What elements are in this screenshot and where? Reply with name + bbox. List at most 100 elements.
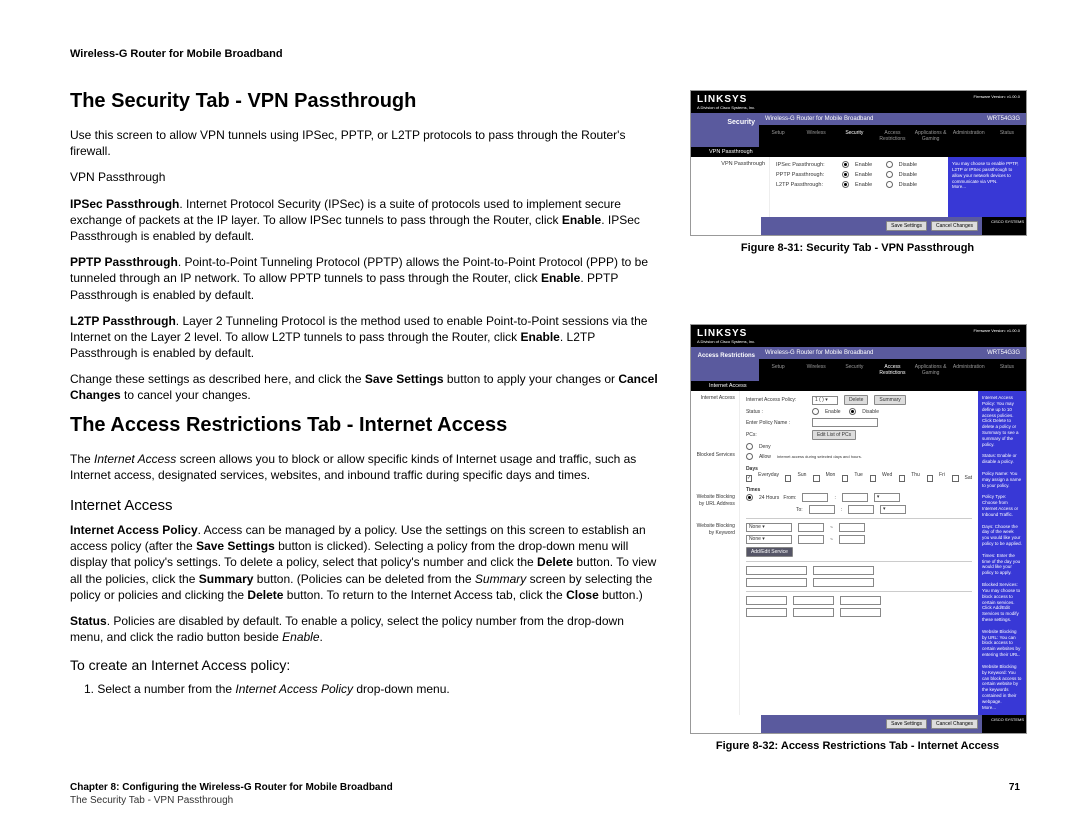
setting-label: L2TP Passthrough: [776, 182, 836, 188]
nav-tab[interactable]: Access Restrictions [875, 128, 909, 144]
status-enable[interactable] [812, 408, 819, 415]
para: PPTP Passthrough. Point-to-Point Tunneli… [70, 254, 660, 303]
fw-version: Firmware Version: v1.00.0 [974, 328, 1020, 333]
kw-input[interactable] [840, 596, 881, 605]
para: IPSec Passthrough. Internet Protocol Sec… [70, 196, 660, 245]
para: L2TP Passthrough. Layer 2 Tunneling Prot… [70, 313, 660, 362]
summary-button[interactable]: Summary [874, 395, 905, 405]
page-number: 71 [1009, 782, 1020, 793]
day-check[interactable] [899, 475, 905, 482]
deny-radio[interactable] [746, 443, 753, 450]
radio-disable[interactable] [886, 171, 893, 178]
fw-version: Firmware Version: v1.00.0 [974, 94, 1020, 99]
subheading-internet-access: Internet Access [70, 497, 660, 514]
product-name: Wireless-G Router for Mobile Broadband [765, 350, 873, 356]
para: Change these settings as described here,… [70, 371, 660, 403]
kw-input[interactable] [840, 608, 881, 617]
cisco-logo: CISCO SYSTEMS [982, 715, 1026, 733]
day-check[interactable] [927, 475, 933, 482]
para: The Internet Access screen allows you to… [70, 451, 660, 483]
url-input[interactable] [813, 578, 874, 587]
day-check[interactable] [952, 475, 958, 482]
linksys-logo: LINKSYS [697, 94, 755, 105]
cancel-changes-button[interactable]: Cancel Changes [931, 221, 978, 231]
section-label: Access Restrictions [691, 347, 759, 381]
radio-disable[interactable] [886, 161, 893, 168]
allow-radio[interactable] [746, 453, 753, 460]
everyday-check[interactable] [746, 475, 752, 482]
heading-vpn: The Security Tab - VPN Passthrough [70, 90, 660, 113]
page-footer: Chapter 8: Configuring the Wireless-G Ro… [70, 782, 1020, 806]
nav-tab[interactable]: Setup [761, 362, 795, 378]
url-input[interactable] [746, 566, 807, 575]
list-item: 1. Select a number from the Internet Acc… [70, 681, 660, 697]
linksys-logo: LINKSYS [697, 328, 755, 339]
day-check[interactable] [870, 475, 876, 482]
model-number: WRT54G3G [987, 350, 1020, 356]
para: VPN Passthrough [70, 169, 660, 185]
router-ui-access: LINKSYS A Division of Cisco Systems, Inc… [690, 324, 1027, 734]
heading-access-restrict: The Access Restrictions Tab - Internet A… [70, 414, 660, 437]
save-settings-button[interactable]: Save Settings [886, 221, 927, 231]
kw-input[interactable] [746, 608, 787, 617]
policy-select[interactable]: 1 ( ) ▾ [812, 396, 838, 405]
day-check[interactable] [842, 475, 848, 482]
para: Status. Policies are disabled by default… [70, 613, 660, 645]
doc-header: Wireless-G Router for Mobile Broadband [70, 48, 1020, 60]
cancel-changes-button[interactable]: Cancel Changes [931, 719, 978, 729]
figure-8-31: LINKSYS A Division of Cisco Systems, Inc… [690, 90, 1027, 254]
nav-tab[interactable]: Status [990, 128, 1024, 144]
access-settings: Internet Access Policy:1 ( ) ▾ Delete Su… [740, 391, 978, 715]
kw-input[interactable] [793, 608, 834, 617]
nav-tab[interactable]: Security [837, 128, 871, 144]
radio-enable[interactable] [842, 181, 849, 188]
service-select[interactable]: None ▾ [746, 523, 792, 532]
figure-8-32: LINKSYS A Division of Cisco Systems, Inc… [690, 324, 1027, 752]
footer-chapter: Chapter 8: Configuring the Wireless-G Ro… [70, 782, 393, 793]
nav-tab[interactable]: Wireless [799, 362, 833, 378]
24h-radio[interactable] [746, 494, 753, 501]
model-number: WRT54G3G [987, 116, 1020, 122]
subheading-create-policy: To create an Internet Access policy: [70, 657, 660, 673]
nav-tab[interactable]: Security [837, 362, 871, 378]
service-select[interactable]: None ▾ [746, 535, 792, 544]
logo-subtitle: A Division of Cisco Systems, Inc. [697, 105, 755, 110]
para: Internet Access Policy. Access can be ma… [70, 522, 660, 603]
nav-tab[interactable]: Applications & Gaming [914, 362, 948, 378]
nav-tab[interactable]: Setup [761, 128, 795, 144]
save-settings-button[interactable]: Save Settings [886, 719, 927, 729]
logo-subtitle: A Division of Cisco Systems, Inc. [697, 339, 755, 344]
footer-section: The Security Tab - VPN Passthrough [70, 795, 1020, 806]
nav-tab[interactable]: Administration [952, 362, 986, 378]
side-label: VPN Passthrough [691, 157, 770, 217]
para: Use this screen to allow VPN tunnels usi… [70, 127, 660, 159]
url-input[interactable] [813, 566, 874, 575]
edit-list-button[interactable]: Edit List of PCs [812, 430, 856, 440]
radio-enable[interactable] [842, 171, 849, 178]
radio-disable[interactable] [886, 181, 893, 188]
nav-tab[interactable]: Status [990, 362, 1024, 378]
day-check[interactable] [813, 475, 819, 482]
product-name: Wireless-G Router for Mobile Broadband [765, 116, 873, 122]
delete-button[interactable]: Delete [844, 395, 868, 405]
subnav-vpn[interactable]: VPN Passthrough [691, 147, 1026, 157]
nav-tab[interactable]: Applications & Gaming [914, 128, 948, 144]
subnav-internet-access[interactable]: Internet Access [691, 381, 1026, 391]
radio-enable[interactable] [842, 161, 849, 168]
nav-tab[interactable]: Wireless [799, 128, 833, 144]
nav-tab[interactable]: Access Restrictions [875, 362, 909, 378]
router-ui-vpn: LINKSYS A Division of Cisco Systems, Inc… [690, 90, 1027, 236]
url-input[interactable] [746, 578, 807, 587]
nav-tab[interactable]: Administration [952, 128, 986, 144]
day-check[interactable] [785, 475, 791, 482]
help-text: You may choose to enable PPTP, L2TP or I… [948, 157, 1026, 217]
policy-name-input[interactable] [812, 418, 878, 427]
add-edit-service-button[interactable]: Add/Edit Service [746, 547, 793, 557]
section-label: Security [691, 113, 759, 147]
side-labels: Internet AccessBlocked ServicesWebsite B… [691, 391, 740, 715]
status-disable[interactable] [849, 408, 856, 415]
setting-label: IPSec Passthrough: [776, 162, 836, 168]
kw-input[interactable] [793, 596, 834, 605]
kw-input[interactable] [746, 596, 787, 605]
figure-caption-31: Figure 8-31: Security Tab - VPN Passthro… [690, 242, 1025, 254]
